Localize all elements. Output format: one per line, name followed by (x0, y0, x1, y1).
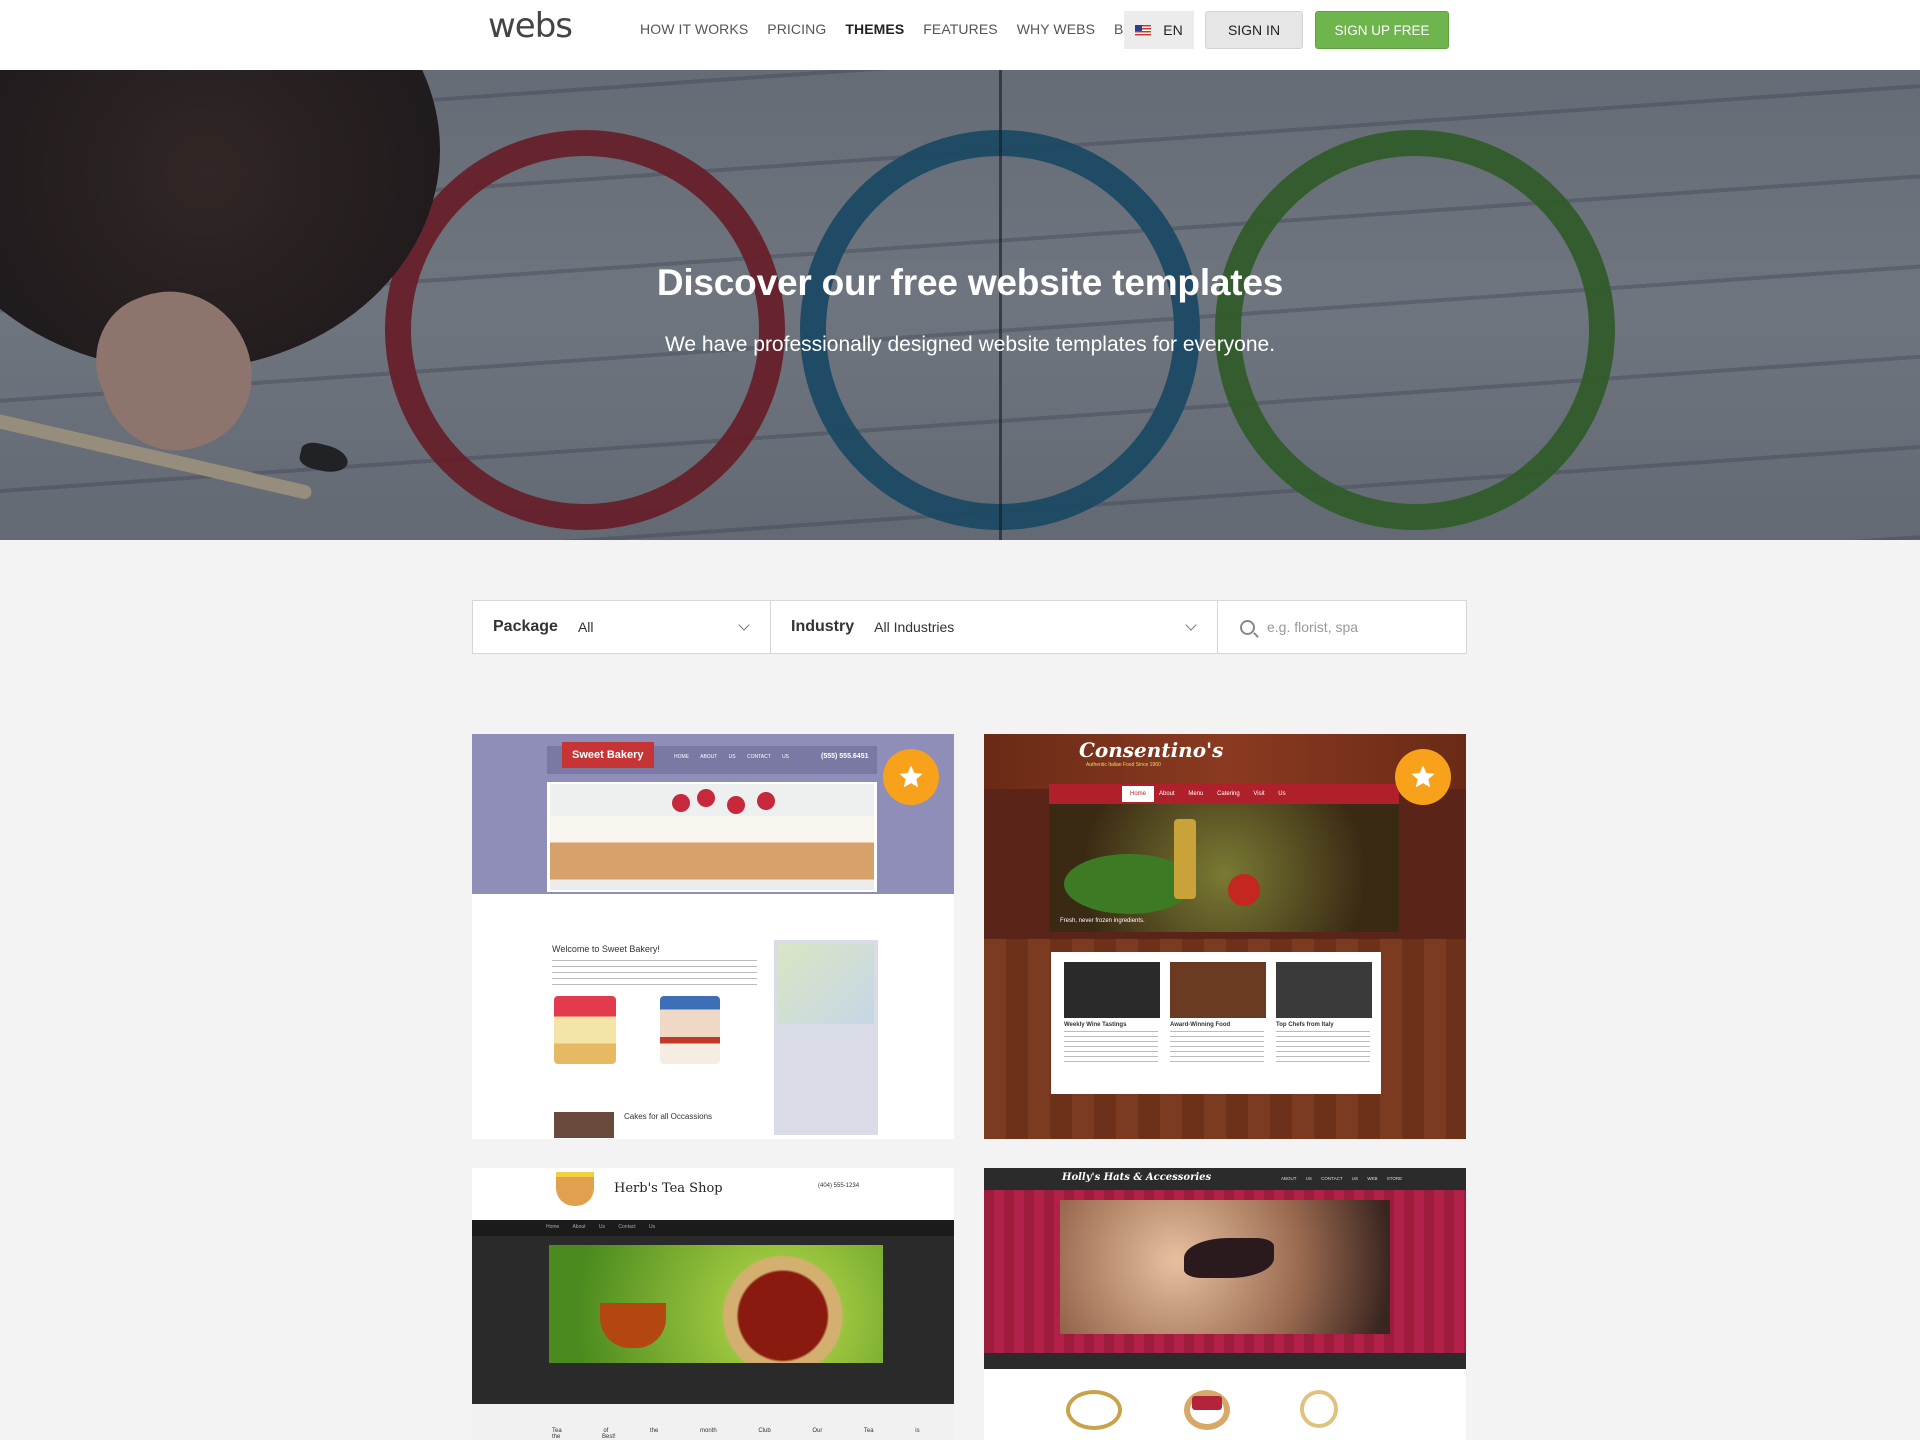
template-nav-home: Home (1122, 786, 1154, 802)
chevron-down-icon (738, 619, 750, 631)
template-logo: Holly's Hats & Accessories (1062, 1172, 1212, 1183)
package-select[interactable]: Package All (473, 601, 771, 653)
shoe-graphic (1184, 1238, 1274, 1278)
food-thumbnail (1170, 962, 1266, 1018)
nav-link-themes[interactable]: THEMES (845, 21, 904, 37)
nav-links: HOW IT WORKS PRICING THEMES FEATURES WHY… (640, 0, 1172, 58)
map-thumbnail (778, 944, 874, 1024)
template-body-text (552, 960, 757, 988)
template-header-band (984, 734, 1466, 789)
hero-subtitle: We have professionally designed website … (664, 333, 1276, 356)
nav-link-why-webs[interactable]: WHY WEBS (1017, 21, 1095, 37)
package-label: Package (493, 618, 558, 635)
template-nav-items: Home About Us Contact Us (546, 1224, 656, 1230)
template-logo: Herb's Tea Shop (614, 1181, 723, 1196)
hero-overlay (0, 70, 1920, 540)
search-box (1218, 601, 1466, 653)
cookie-thumbnail (554, 1112, 614, 1138)
template-divider-bar (984, 1353, 1466, 1369)
template-menu: HOME ABOUT US CONTACT US (674, 754, 790, 760)
template-phone: (555) 555.6451 (821, 753, 869, 760)
gem-graphic (1192, 1396, 1222, 1410)
template-card-sweet-bakery[interactable]: Sweet Bakery HOME ABOUT US CONTACT US (5… (472, 734, 954, 1139)
cake-thumbnail (554, 996, 616, 1064)
nav-link-features[interactable]: FEATURES (923, 21, 997, 37)
industry-label: Industry (791, 618, 855, 635)
package-value: All (577, 619, 594, 635)
oil-bottle-graphic (1174, 819, 1196, 899)
template-nav-items: About Menu Catering Visit Us (1159, 791, 1286, 797)
template-nav-visit: Visit Us (1253, 791, 1286, 797)
language-selector[interactable]: EN (1124, 11, 1194, 49)
template-card-herbs-tea-shop[interactable]: Herb's Tea Shop (404) 555-1234 Home Abou… (472, 1168, 954, 1440)
template-section-heading: Cakes for all Occassions (624, 1112, 713, 1121)
raspberry (757, 792, 775, 810)
chevron-down-icon (1185, 619, 1197, 631)
template-logo: Sweet Bakery (562, 742, 654, 768)
hero-banner: Discover our free website templates We h… (0, 70, 1920, 540)
chef-thumbnail (1276, 962, 1372, 1018)
nav-link-how-it-works[interactable]: HOW IT WORKS (640, 21, 748, 37)
wine-thumbnail (1064, 962, 1160, 1018)
feature-text (1064, 1031, 1158, 1065)
feature-text (1170, 1031, 1264, 1065)
featured-star-badge (883, 749, 939, 805)
template-nav-about: About (1159, 791, 1175, 797)
industry-select[interactable]: Industry All Industries (771, 601, 1218, 653)
featured-star-badge (1395, 749, 1451, 805)
search-input[interactable] (1267, 619, 1447, 635)
feature-heading: Award-Winning Food (1170, 1022, 1231, 1028)
template-card-hollys-hats[interactable]: Holly's Hats & Accessories ABOUT US CONT… (984, 1168, 1466, 1440)
sign-up-button[interactable]: SIGN UP FREE (1315, 11, 1449, 49)
feature-heading: Weekly Wine Tastings (1064, 1022, 1127, 1028)
template-welcome-heading: Welcome to Sweet Bakery! (552, 944, 660, 954)
template-phone: (404) 555-1234 (818, 1183, 860, 1189)
webs-logo[interactable]: webs (488, 6, 573, 46)
hero-title: Discover our free website templates (656, 262, 1284, 303)
raspberry (672, 794, 690, 812)
template-nav-menu: Menu (1188, 791, 1204, 797)
feature-text (1276, 1031, 1370, 1065)
feature-heading: Top Chefs from Italy (1276, 1022, 1334, 1028)
dessert-thumbnail (660, 996, 720, 1064)
earring-thumbnail (1300, 1390, 1338, 1428)
us-flag-icon (1135, 24, 1152, 36)
template-nav-catering: Catering (1217, 791, 1240, 797)
sign-in-button[interactable]: SIGN IN (1205, 11, 1303, 49)
industry-value: All Industries (874, 619, 955, 635)
template-logo: Consentino's (1079, 738, 1224, 762)
template-nav-bar (472, 1220, 954, 1236)
raspberry (697, 789, 715, 807)
tomato-graphic (1228, 874, 1260, 906)
top-nav: webs HOW IT WORKS PRICING THEMES FEATURE… (0, 0, 1920, 70)
template-tagline: Authentic Italian Food Since 1960 (1086, 762, 1161, 768)
raspberry (727, 796, 745, 814)
star-icon (1411, 765, 1435, 788)
ring-thumbnail (1066, 1390, 1122, 1430)
star-icon (899, 765, 923, 788)
template-nav-items: ABOUT US CONTACT US WEB STORE (1281, 1176, 1403, 1181)
teacup-logo-icon (556, 1172, 594, 1206)
nav-link-pricing[interactable]: PRICING (767, 21, 826, 37)
template-card-consentinos[interactable]: Consentino's Authentic Italian Food Sinc… (984, 734, 1466, 1139)
template-footer-text: Tea of the month Club Our Tea is the Bes… (552, 1428, 920, 1440)
template-filter-bar: Package All Industry All Industries (472, 600, 1467, 654)
language-code: EN (1163, 22, 1183, 38)
template-hero-caption: Fresh, never frozen ingredients. (1060, 918, 1145, 924)
search-icon (1240, 619, 1255, 635)
